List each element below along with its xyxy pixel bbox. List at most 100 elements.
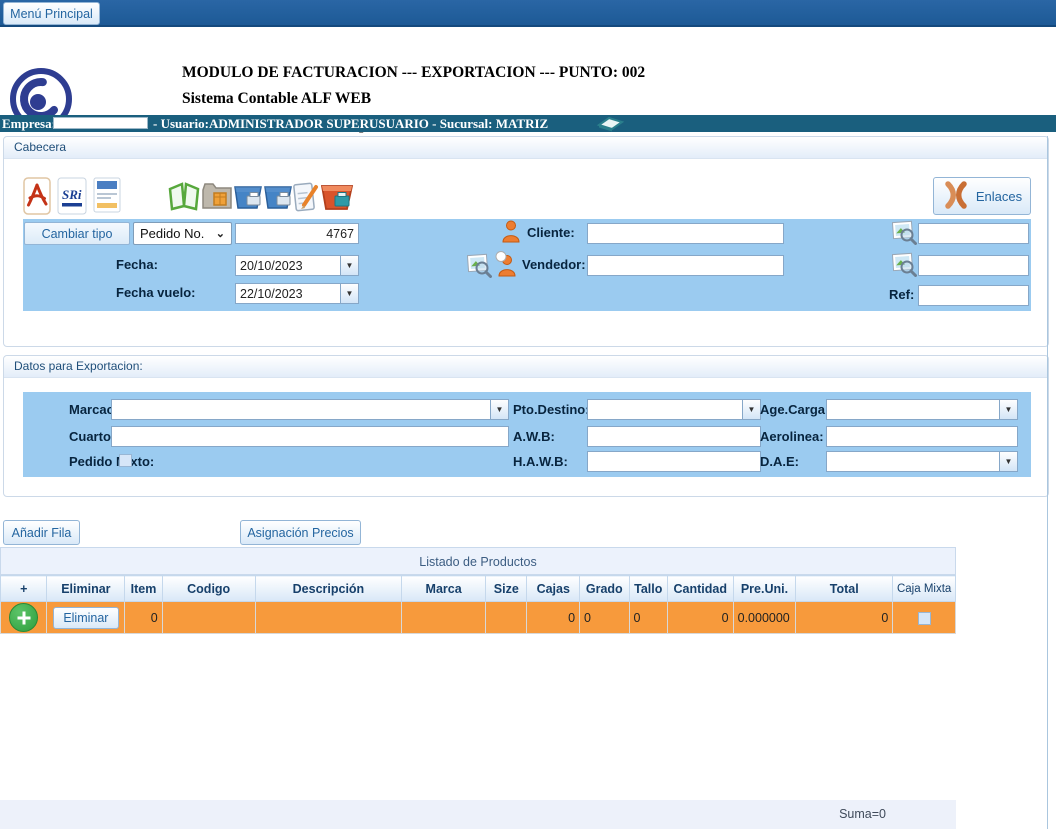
cell-grado[interactable]: 0 xyxy=(580,602,630,634)
col-header-eliminar: Eliminar xyxy=(47,576,125,602)
hawb-label: H.A.W.B: xyxy=(513,454,568,469)
cabecera-title: Cabecera xyxy=(4,137,1048,159)
col-header-item: Item xyxy=(125,576,162,602)
enlaces-x-icon xyxy=(942,181,970,212)
cuarto-frio-input[interactable] xyxy=(111,426,509,447)
fecha-dropdown-arrow-icon[interactable]: ▼ xyxy=(340,255,359,276)
col-header-tallo: Tallo xyxy=(629,576,667,602)
age-carga-input[interactable] xyxy=(826,399,999,420)
table-row: Eliminar 0 0 0 0 0 0.000000 0 xyxy=(1,602,956,634)
cliente-input[interactable] xyxy=(587,223,784,244)
suma-footer: Suma=0 xyxy=(0,800,956,829)
chevron-down-icon: ⌄ xyxy=(216,227,225,240)
exportacion-title: Datos para Exportacion: xyxy=(4,356,1048,378)
col-header-descripcion: Descripción xyxy=(255,576,402,602)
empresa-field[interactable] xyxy=(53,117,148,129)
vendedor-input[interactable] xyxy=(587,255,784,276)
fecha-vuelo-label: Fecha vuelo: xyxy=(116,285,195,300)
pedido-mixto-label: Pedido Mixto: xyxy=(69,454,154,469)
right-border-line xyxy=(1047,136,1048,829)
eliminar-row-button[interactable]: Eliminar xyxy=(53,607,119,629)
col-header-caja-mixta: Caja Mixta xyxy=(893,576,956,602)
system-subtitle: Sistema Contable ALF WEB xyxy=(182,90,371,108)
tipo-documento-select[interactable]: Pedido No. ⌄ xyxy=(133,222,232,245)
vendedor-code-input[interactable] xyxy=(918,255,1029,276)
col-header-size: Size xyxy=(486,576,527,602)
cell-size[interactable] xyxy=(486,602,527,634)
enlaces-button[interactable]: Enlaces xyxy=(933,177,1031,215)
age-carga-combo: ▼ xyxy=(826,399,1018,420)
aerolinea-label: Aerolinea: xyxy=(760,429,824,444)
fecha-vuelo-dropdown-arrow-icon[interactable]: ▼ xyxy=(340,283,359,304)
package-folder-icon[interactable] xyxy=(201,181,233,214)
invoice-icon[interactable] xyxy=(93,177,121,216)
fecha-vuelo-input[interactable] xyxy=(235,283,340,304)
open-book-icon[interactable] xyxy=(167,181,201,214)
cliente-person-icon xyxy=(501,220,521,246)
dae-combo: ▼ xyxy=(826,451,1018,472)
folder-print-blue-icon-1[interactable] xyxy=(232,181,264,214)
add-row-plus-button[interactable] xyxy=(9,603,38,632)
edit-document-icon[interactable] xyxy=(292,181,320,216)
ref-label: Ref: xyxy=(889,287,914,302)
pto-destino-dropdown-arrow-icon[interactable]: ▼ xyxy=(742,399,761,420)
session-info-bar: Empresa: - Usuario:ADMINISTRADOR SUPERUS… xyxy=(0,115,1056,132)
exportacion-panel: Datos para Exportacion: Marcación: ▼ Pto… xyxy=(3,355,1049,497)
cell-cajas[interactable]: 0 xyxy=(527,602,580,634)
marcacion-dropdown-arrow-icon[interactable]: ▼ xyxy=(490,399,509,420)
exportacion-form-panel: Marcación: ▼ Pto.Destino: ▼ Age.Carga: ▼… xyxy=(23,392,1031,477)
anadir-fila-button[interactable]: Añadir Fila xyxy=(3,520,80,545)
dae-input[interactable] xyxy=(826,451,999,472)
col-header-cajas: Cajas xyxy=(527,576,580,602)
col-header-codigo: Codigo xyxy=(162,576,255,602)
productos-table: Listado de Productos + Eliminar Item Cod… xyxy=(0,547,956,634)
lookup1-image-search-icon[interactable] xyxy=(892,220,917,248)
table-header-row: + Eliminar Item Codigo Descripción Marca… xyxy=(1,576,956,602)
cell-codigo[interactable] xyxy=(162,602,255,634)
book-icon[interactable] xyxy=(596,116,624,136)
hawb-input[interactable] xyxy=(587,451,761,472)
lookup2-image-search-icon[interactable] xyxy=(892,252,917,280)
age-carga-dropdown-arrow-icon[interactable]: ▼ xyxy=(999,399,1018,420)
pto-destino-input[interactable] xyxy=(587,399,742,420)
cell-pre-uni[interactable]: 0.000000 xyxy=(733,602,796,634)
cambiar-tipo-button[interactable]: Cambiar tipo xyxy=(24,222,130,245)
dae-label: D.A.E: xyxy=(760,454,799,469)
vendedor-label: Vendedor: xyxy=(522,257,586,272)
vendedor-image-search-icon[interactable] xyxy=(467,253,492,281)
cell-marca[interactable] xyxy=(402,602,486,634)
pedido-mixto-checkbox[interactable] xyxy=(119,454,132,467)
dae-dropdown-arrow-icon[interactable]: ▼ xyxy=(999,451,1018,472)
pdf-icon[interactable] xyxy=(23,177,51,218)
fecha-vuelo-combo: ▼ xyxy=(235,283,359,304)
marcacion-combo: ▼ xyxy=(111,399,509,420)
caja-mixta-checkbox[interactable] xyxy=(918,612,931,625)
asignacion-precios-button[interactable]: Asignación Precios xyxy=(240,520,361,545)
cliente-code-input[interactable] xyxy=(918,223,1029,244)
folder-print-blue-icon-2[interactable] xyxy=(262,181,294,214)
fecha-input[interactable] xyxy=(235,255,340,276)
svg-text:SRi: SRi xyxy=(62,187,82,202)
vendedor-person-speech-icon xyxy=(494,251,519,280)
sri-icon[interactable]: SRi xyxy=(57,177,87,218)
top-navigation-bar: Menú Principal xyxy=(0,0,1056,27)
cell-cantidad[interactable]: 0 xyxy=(667,602,733,634)
aerolinea-input[interactable] xyxy=(826,426,1018,447)
cell-tallo[interactable]: 0 xyxy=(629,602,667,634)
fecha-combo: ▼ xyxy=(235,255,359,276)
ref-input[interactable] xyxy=(918,285,1029,306)
cabecera-panel: Cabecera SRi xyxy=(3,136,1049,347)
marcacion-input[interactable] xyxy=(111,399,490,420)
empresa-label: Empresa: xyxy=(2,116,56,132)
col-header-grado: Grado xyxy=(580,576,630,602)
cell-descripcion[interactable] xyxy=(255,602,402,634)
export-folder-red-icon[interactable] xyxy=(319,179,355,216)
awb-input[interactable] xyxy=(587,426,761,447)
pedido-number-input[interactable] xyxy=(235,223,359,244)
enlaces-button-label: Enlaces xyxy=(976,189,1022,204)
col-header-add: + xyxy=(1,576,47,602)
usuario-sucursal-text: - Usuario:ADMINISTRADOR SUPERUSUARIO - S… xyxy=(153,116,548,132)
age-carga-label: Age.Carga: xyxy=(760,402,829,417)
cabecera-form-panel: Cambiar tipo Pedido No. ⌄ Cliente: Fecha… xyxy=(23,219,1031,311)
menu-principal-button[interactable]: Menú Principal xyxy=(3,2,100,25)
